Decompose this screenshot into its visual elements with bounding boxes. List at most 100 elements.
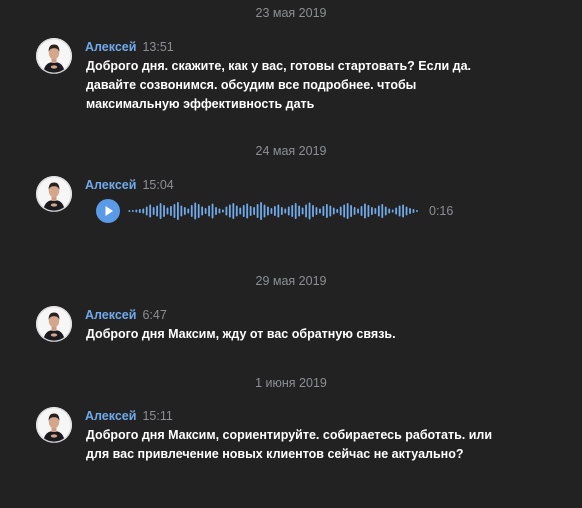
voice-message: 0:16 <box>96 199 476 223</box>
waveform-bar <box>156 205 159 217</box>
waveform-bar <box>138 209 141 213</box>
waveform-bar <box>277 204 280 218</box>
waveform-bar <box>287 206 290 216</box>
waveform-bar <box>246 203 249 219</box>
message-time[interactable]: 6:47 <box>142 308 166 322</box>
waveform-bar <box>131 210 134 212</box>
waveform-bar <box>339 206 342 216</box>
message-time[interactable]: 15:11 <box>142 409 172 423</box>
waveform-bar <box>388 208 391 214</box>
waveform-bar <box>274 206 276 216</box>
author-name[interactable]: Алексей <box>85 40 136 54</box>
waveform-bar <box>128 210 131 212</box>
waveform-bar <box>357 208 359 214</box>
waveform-bar <box>294 203 297 219</box>
message-text: Доброго дня. скажите, как у вас, готовы … <box>86 59 472 111</box>
waveform-bar <box>301 207 304 215</box>
waveform-bar <box>166 207 169 215</box>
waveform-bar <box>346 203 349 219</box>
waveform-bar <box>208 205 210 217</box>
date-separator: 23 мая 2019 <box>255 6 327 20</box>
waveform-bar <box>391 209 394 213</box>
waveform-bar <box>298 205 301 217</box>
date-separator: 29 мая 2019 <box>255 274 327 288</box>
waveform-bar <box>211 203 214 219</box>
waveform-bar <box>332 207 335 215</box>
waveform-bar <box>215 207 217 215</box>
waveform-bar <box>177 202 179 220</box>
waveform[interactable] <box>128 199 419 223</box>
waveform-bar <box>374 208 377 214</box>
waveform-bar <box>350 205 353 217</box>
waveform-bar <box>197 204 200 218</box>
waveform-bar <box>242 205 245 217</box>
waveform-bar <box>377 205 380 217</box>
waveform-bar <box>384 206 387 216</box>
avatar[interactable] <box>36 407 72 443</box>
waveform-bar <box>267 206 269 216</box>
waveform-bar <box>402 204 404 218</box>
waveform-bar <box>135 209 138 213</box>
waveform-bar <box>319 208 321 214</box>
waveform-bar <box>395 207 398 215</box>
message-text: Доброго дня Максим, сориентируйте. собир… <box>86 428 493 461</box>
waveform-bar <box>194 202 197 220</box>
waveform-bar <box>270 208 273 214</box>
avatar[interactable] <box>36 306 72 342</box>
avatar[interactable] <box>36 176 72 212</box>
waveform-bar <box>325 204 328 218</box>
waveform-bar <box>145 206 148 216</box>
waveform-bar <box>142 208 145 214</box>
waveform-bar <box>360 206 363 216</box>
author-name[interactable]: Алексей <box>85 308 136 322</box>
message-time[interactable]: 13:51 <box>142 40 173 54</box>
waveform-bar <box>260 202 262 220</box>
waveform-bar <box>405 206 408 216</box>
waveform-bar <box>336 209 339 213</box>
waveform-bar <box>291 205 294 217</box>
waveform-bar <box>159 203 162 219</box>
person-avatar-icon <box>36 176 72 212</box>
date-separator: 1 июня 2019 <box>255 376 327 390</box>
person-avatar-icon <box>36 407 72 443</box>
date-separator: 24 мая 2019 <box>255 144 327 158</box>
message-header: Алексей 15:11 <box>85 409 173 423</box>
waveform-bar <box>232 203 235 219</box>
waveform-bar <box>256 204 259 218</box>
waveform-bar <box>280 207 283 215</box>
waveform-bar <box>412 209 415 213</box>
waveform-bar <box>180 205 183 217</box>
waveform-bar <box>409 208 411 214</box>
play-icon <box>105 206 113 216</box>
play-button[interactable] <box>96 199 120 223</box>
author-name[interactable]: Алексей <box>85 409 136 423</box>
waveform-bar <box>190 205 193 217</box>
waveform-bar <box>163 205 165 217</box>
waveform-bar <box>416 210 418 212</box>
waveform-bar <box>381 204 384 218</box>
message-text: Доброго дня Максим, жду от вас обратную … <box>86 327 396 341</box>
author-name[interactable]: Алексей <box>85 178 136 192</box>
waveform-bar <box>170 206 172 216</box>
person-avatar-icon <box>36 306 72 342</box>
avatar[interactable] <box>36 38 72 74</box>
waveform-bar <box>249 206 252 216</box>
waveform-bar <box>253 207 256 215</box>
waveform-bar <box>367 205 370 217</box>
message-header: Алексей 6:47 <box>85 308 167 322</box>
waveform-bar <box>173 204 176 218</box>
waveform-bar <box>398 205 401 217</box>
waveform-bar <box>308 202 311 220</box>
waveform-bar <box>315 207 318 215</box>
message-header: Алексей 15:04 <box>85 178 174 192</box>
waveform-bar <box>364 203 366 219</box>
waveform-bar <box>284 208 287 214</box>
waveform-bar <box>201 206 204 216</box>
waveform-bar <box>149 204 152 218</box>
waveform-bar <box>235 205 238 217</box>
waveform-bar <box>239 207 242 215</box>
message-time[interactable]: 15:04 <box>142 178 173 192</box>
waveform-bar <box>152 207 155 215</box>
waveform-bar <box>329 205 332 217</box>
message-header: Алексей 13:51 <box>85 40 174 54</box>
